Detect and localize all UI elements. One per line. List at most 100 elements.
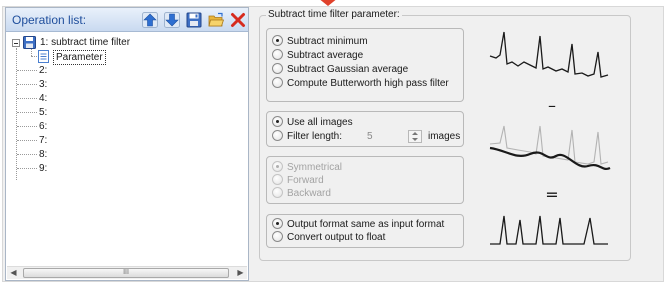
radio-button[interactable]	[272, 77, 283, 88]
result-signal-curve	[490, 215, 608, 245]
tree-connector	[17, 140, 37, 141]
tree-item-label: 6:	[39, 121, 48, 132]
radio-button[interactable]	[272, 49, 283, 60]
option-label: Subtract Gaussian average	[287, 64, 409, 75]
radio-subtract-minimum[interactable]: Subtract minimum	[272, 35, 368, 48]
option-label: Subtract average	[287, 50, 364, 61]
method-group: Subtract minimum Subtract average Subtra…	[266, 28, 464, 102]
window-group: Symmetrical Forward Backward	[266, 156, 464, 204]
parameter-group-title: Subtract time filter parameter:	[266, 9, 402, 20]
range-group: Use all images Filter length: 5 images	[266, 111, 464, 147]
tree-item-3[interactable]: 3:	[39, 78, 47, 91]
operation-list-panel: Operation list: 1: subtract time filter …	[5, 7, 249, 281]
tree-connector	[17, 112, 37, 113]
radio-symmetrical: Symmetrical	[272, 161, 342, 174]
radio-backward: Backward	[272, 187, 331, 200]
move-up-button[interactable]	[140, 11, 159, 29]
move-down-button[interactable]	[162, 11, 181, 29]
tree-item-7[interactable]: 7:	[39, 134, 47, 147]
parameter-group: Subtract time filter parameter: Subtract…	[259, 9, 631, 261]
radio-forward: Forward	[272, 174, 324, 187]
delete-button[interactable]	[228, 11, 247, 29]
tree-connector	[17, 98, 37, 99]
scroll-left-icon[interactable]: ◀	[7, 267, 20, 279]
tree-item-label: 7:	[39, 135, 48, 146]
tree-item-label: 1: subtract time filter	[40, 37, 131, 48]
equals-operator: =	[545, 185, 558, 204]
radio-subtract-average[interactable]: Subtract average	[272, 49, 363, 62]
radio-button	[272, 161, 283, 172]
option-label: Compute Butterworth high pass filter	[287, 78, 449, 89]
tree-item-5[interactable]: 5:	[39, 106, 47, 119]
tree-item-4[interactable]: 4:	[39, 92, 47, 105]
radio-subtract-gaussian[interactable]: Subtract Gaussian average	[272, 63, 408, 76]
option-label: Subtract minimum	[287, 36, 368, 47]
radio-use-all-images[interactable]: Use all images	[272, 116, 353, 129]
tree-item-8[interactable]: 8:	[39, 148, 47, 161]
tree-item-label: 9:	[39, 163, 48, 174]
parameter-panel: Subtract time filter parameter: Subtract…	[259, 9, 631, 261]
tree-connector	[17, 168, 37, 169]
open-button[interactable]	[206, 11, 225, 29]
document-icon	[38, 50, 49, 63]
radio-button[interactable]	[272, 116, 283, 127]
option-label: Symmetrical	[287, 162, 343, 173]
radio-butterworth[interactable]: Compute Butterworth high pass filter	[272, 77, 449, 90]
tree-connector	[17, 154, 37, 155]
operation-list-header: Operation list:	[6, 8, 248, 32]
radio-convert-to-float[interactable]: Convert output to float	[272, 231, 385, 244]
radio-button[interactable]	[272, 35, 283, 46]
tree-item-9[interactable]: 9:	[39, 162, 47, 175]
tree-item-label: 2:	[39, 65, 48, 76]
tree-item-6[interactable]: 6:	[39, 120, 47, 133]
tree-item-label: 5:	[39, 107, 48, 118]
filter-length-spinner[interactable]	[408, 130, 422, 143]
option-label: Filter length:	[287, 131, 343, 142]
scroll-right-icon[interactable]: ▶	[234, 267, 247, 279]
filter-illustration: – =	[489, 31, 611, 245]
radio-button	[272, 187, 283, 198]
option-label: Output format same as input format	[287, 219, 445, 230]
save-button[interactable]	[184, 11, 203, 29]
radio-button	[272, 174, 283, 185]
option-label: Backward	[287, 188, 331, 199]
operation-list-title: Operation list:	[12, 13, 87, 27]
radio-output-same-format[interactable]: Output format same as input format	[272, 218, 444, 231]
tree-item-label: 4:	[39, 93, 48, 104]
tree-connector	[17, 126, 37, 127]
arrow-down-icon	[163, 12, 180, 28]
tree-connector	[17, 70, 37, 71]
original-signal-curve	[489, 31, 609, 78]
tree-connector	[31, 49, 32, 56]
save-icon	[186, 12, 201, 28]
delete-icon	[230, 13, 245, 27]
radio-button[interactable]	[272, 231, 283, 242]
tree-connector	[16, 48, 17, 180]
radio-filter-length[interactable]: Filter length: 5 images	[272, 130, 462, 143]
scrollbar-thumb[interactable]: III	[23, 268, 229, 278]
radio-button[interactable]	[272, 218, 283, 229]
output-group: Output format same as input format Conve…	[266, 214, 464, 248]
tree-connector	[17, 84, 37, 85]
operation-tree: 1: subtract time filter Parameter 2: 3: …	[10, 36, 244, 262]
radio-button[interactable]	[272, 130, 283, 141]
tree-item-2[interactable]: 2:	[39, 64, 47, 77]
horizontal-scrollbar[interactable]: ◀ III ▶	[7, 266, 247, 279]
tree-item-label: 3:	[39, 79, 48, 90]
baseline-curve	[489, 146, 611, 170]
option-label: Forward	[287, 175, 324, 186]
filter-length-field[interactable]: 5	[367, 130, 373, 143]
tree-item-label: 8:	[39, 149, 48, 160]
option-label: Use all images	[287, 117, 353, 128]
tree-item-label: Parameter	[53, 50, 106, 65]
option-label: Convert output to float	[287, 232, 386, 243]
folder-open-icon	[207, 12, 224, 27]
minus-operator: –	[548, 96, 556, 115]
arrow-up-icon	[141, 12, 158, 28]
radio-button[interactable]	[272, 63, 283, 74]
save-icon	[23, 36, 36, 49]
filter-length-unit: images	[428, 131, 461, 142]
operation-toolbar	[140, 11, 247, 29]
collapse-toggle[interactable]	[12, 39, 20, 47]
filter-dialog: Operation list: 1: subtract time filter …	[2, 6, 664, 282]
